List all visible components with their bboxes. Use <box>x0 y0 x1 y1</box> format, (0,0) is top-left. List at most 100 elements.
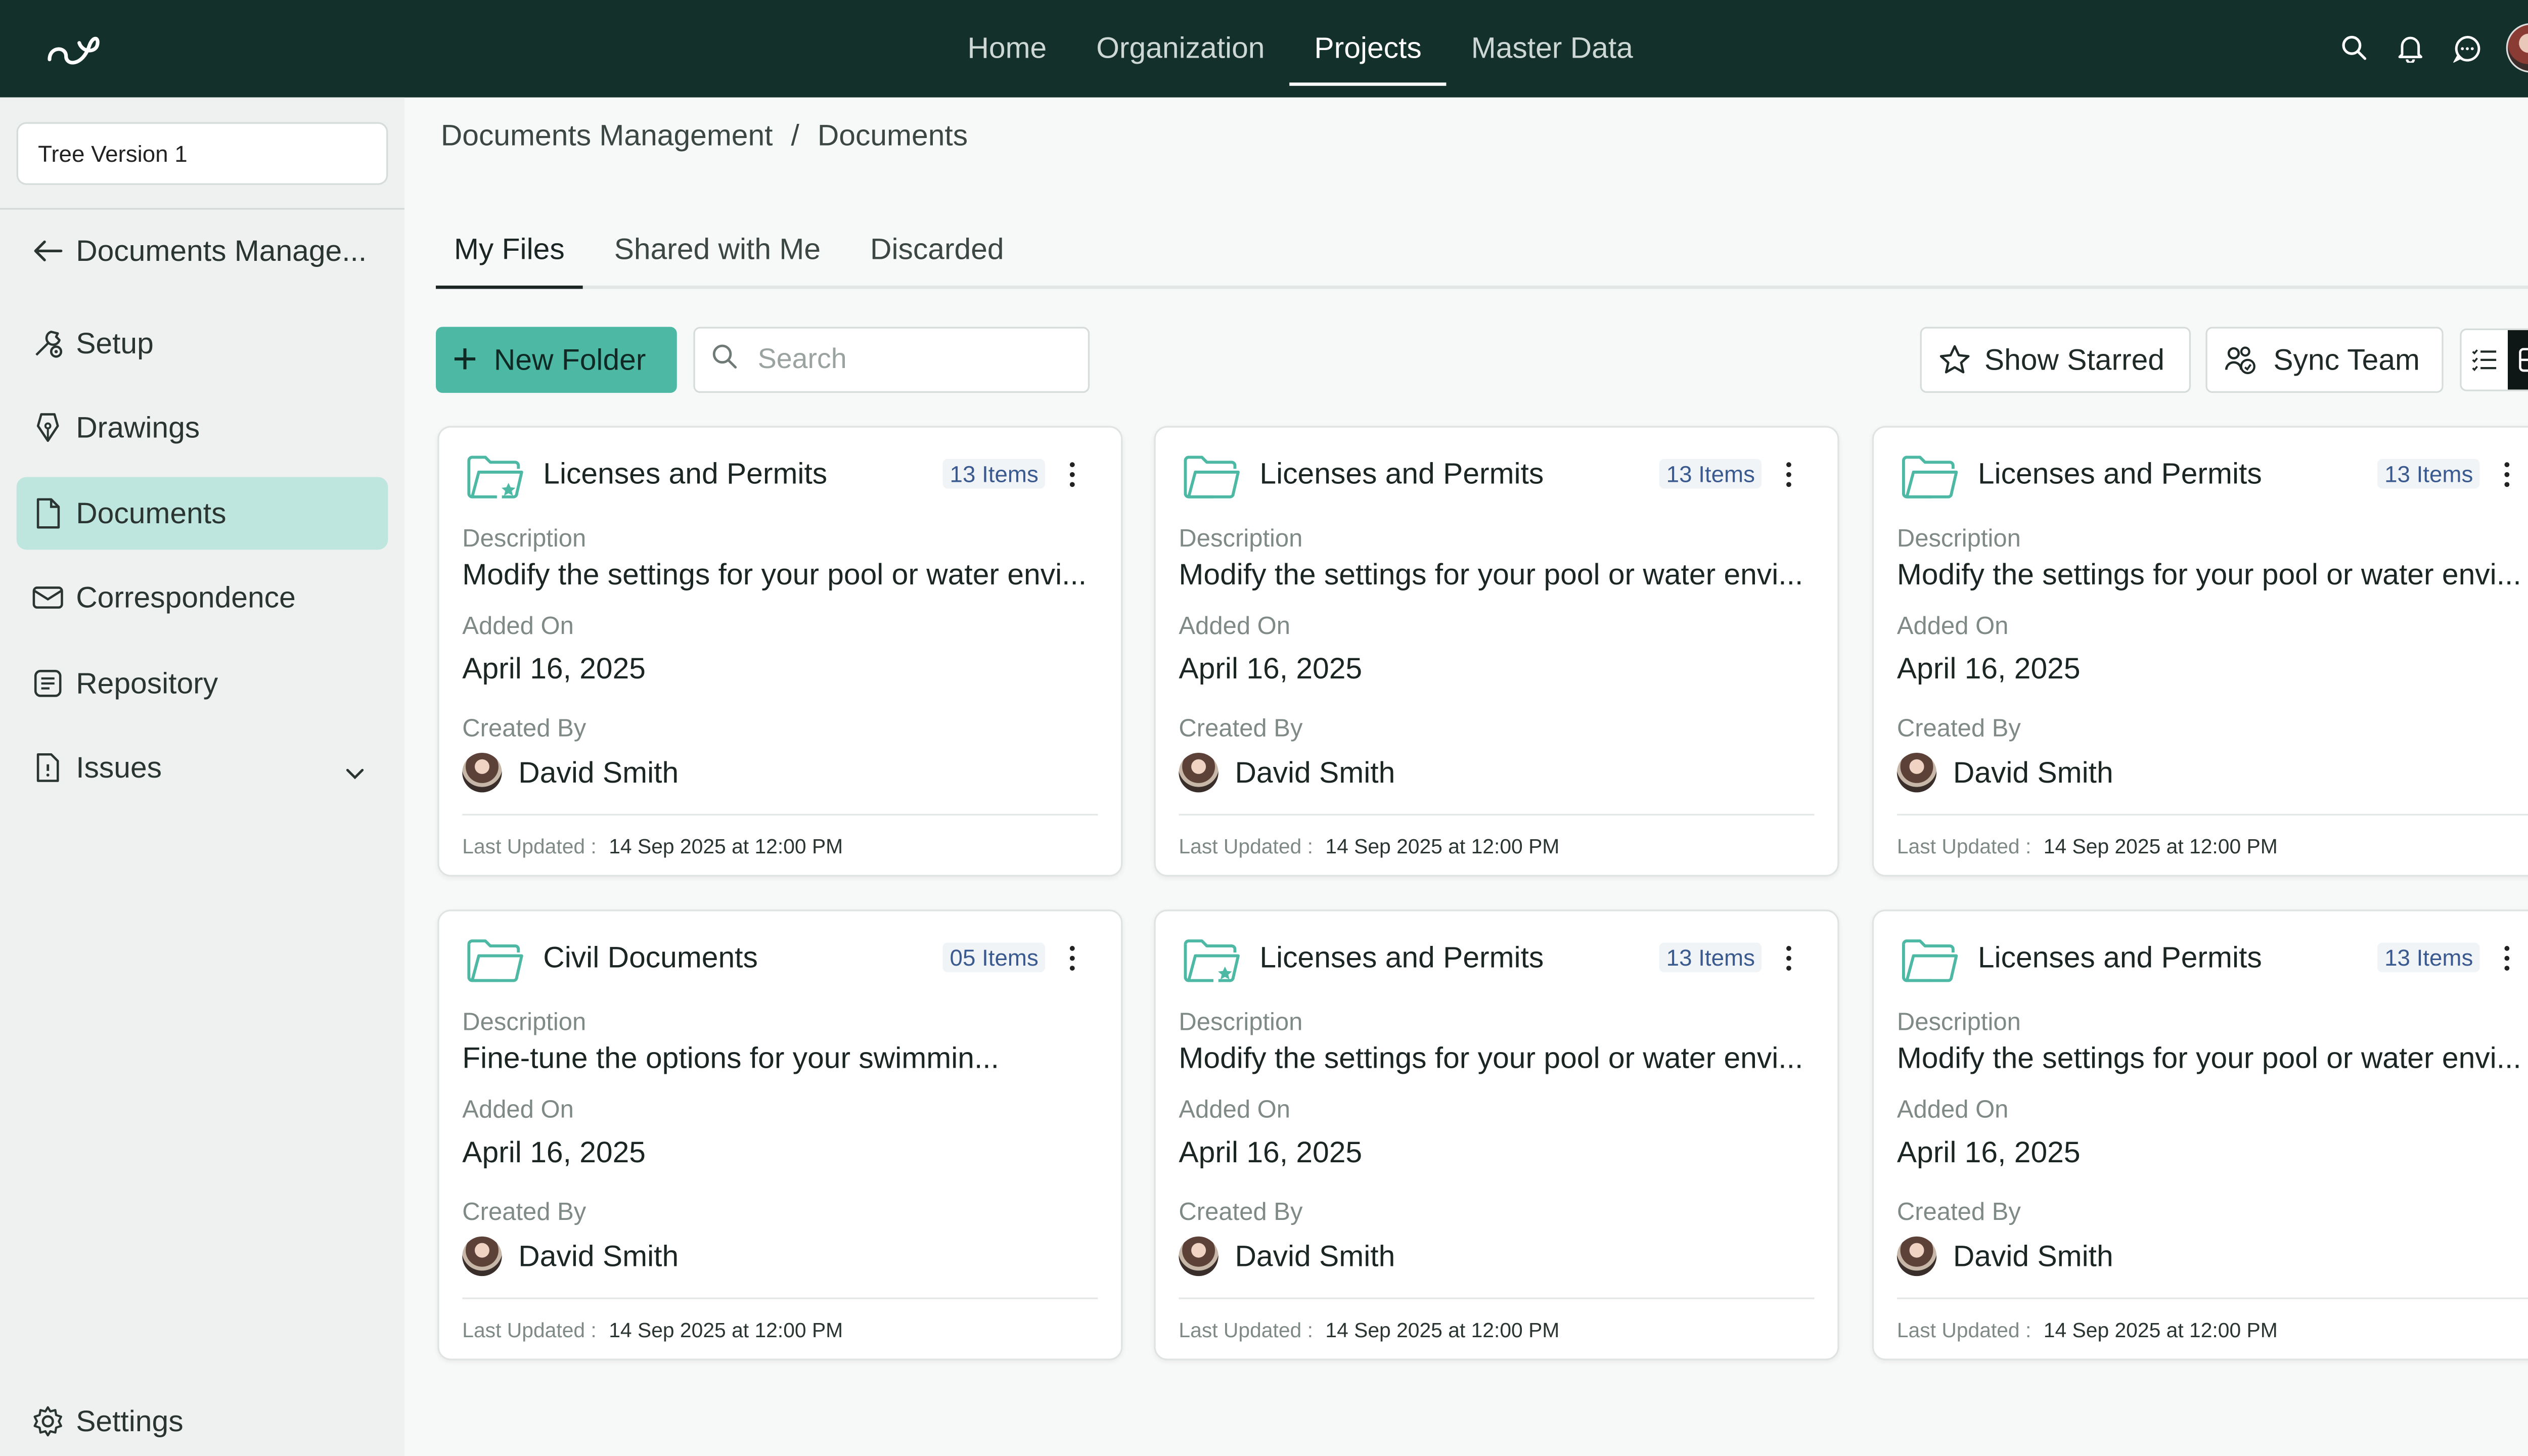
folder-icon <box>1184 939 1240 982</box>
item-count-badge: 13 Items <box>1659 942 1762 973</box>
sidebar-item-label: Issues <box>76 750 162 784</box>
folder-title[interactable]: Licenses and Permits <box>1259 941 1544 976</box>
top-navbar: Home Organization Projects Master Data <box>0 0 2528 98</box>
last-updated-value: 14 Sep 2025 at 12:00 PM <box>2043 1318 2278 1342</box>
item-count-badge: 13 Items <box>2378 459 2480 489</box>
new-folder-button[interactable]: + New Folder <box>436 327 677 393</box>
setup-icon <box>30 325 66 361</box>
document-icon <box>30 495 66 532</box>
nav-projects[interactable]: Projects <box>1289 0 1447 98</box>
sync-team-button[interactable]: Sync Team <box>2205 327 2444 393</box>
folder-card[interactable]: Licenses and Permits 13 Items Descriptio… <box>437 426 1123 877</box>
tab-discarded[interactable]: Discarded <box>852 219 1022 286</box>
folder-title[interactable]: Licenses and Permits <box>1978 941 2262 976</box>
last-updated-value: 14 Sep 2025 at 12:00 PM <box>1325 835 1560 858</box>
folder-title[interactable]: Licenses and Permits <box>543 457 827 492</box>
sidebar-back-link[interactable]: Documents Manage... <box>17 214 388 287</box>
more-options-icon[interactable] <box>1778 457 1798 490</box>
added-on-label: Added On <box>1897 612 2009 641</box>
sidebar-item-label: Settings <box>76 1404 184 1437</box>
tab-shared-with-me[interactable]: Shared with Me <box>596 219 839 286</box>
avatar <box>462 1236 502 1277</box>
last-updated-value: 14 Sep 2025 at 12:00 PM <box>2043 835 2278 858</box>
more-options-icon[interactable] <box>2496 457 2516 490</box>
item-count-badge: 13 Items <box>2378 942 2480 973</box>
sidebar-item-correspondence[interactable]: Correspondence <box>17 561 388 634</box>
added-on-label: Added On <box>462 612 574 641</box>
nav-organization[interactable]: Organization <box>1071 0 1289 98</box>
last-updated: Last Updated : 14 Sep 2025 at 12:00 PM <box>462 835 843 858</box>
folder-card[interactable]: Licenses and Permits 13 Items Descriptio… <box>1872 909 2528 1360</box>
last-updated-label: Last Updated : <box>1179 835 1313 858</box>
last-updated: Last Updated : 14 Sep 2025 at 12:00 PM <box>1897 1319 2278 1342</box>
search-icon[interactable] <box>2338 31 2371 64</box>
creator: David Smith <box>1897 1236 2113 1277</box>
search-icon <box>711 343 738 378</box>
last-updated: Last Updated : 14 Sep 2025 at 12:00 PM <box>1179 1319 1559 1342</box>
show-starred-button[interactable]: Show Starred <box>1920 327 2191 393</box>
folder-description: Fine-tune the options for your swimmin..… <box>462 1041 999 1075</box>
creator-name: David Smith <box>1235 1239 1395 1272</box>
tree-version-select[interactable]: Tree Version 1 <box>16 122 388 185</box>
last-updated-value: 14 Sep 2025 at 12:00 PM <box>609 1318 843 1342</box>
creator: David Smith <box>1179 1236 1395 1277</box>
folder-title[interactable]: Licenses and Permits <box>1259 457 1544 492</box>
added-on-label: Added On <box>1179 612 1291 641</box>
description-label: Description <box>1897 1009 2021 1037</box>
card-divider <box>1179 813 1815 816</box>
last-updated: Last Updated : 14 Sep 2025 at 12:00 PM <box>1897 835 2278 858</box>
grid-view-icon[interactable] <box>2507 330 2528 390</box>
gear-icon <box>30 1403 66 1440</box>
sidebar-item-label: Repository <box>76 666 218 699</box>
folder-title[interactable]: Civil Documents <box>543 941 758 976</box>
sidebar-item-repository[interactable]: Repository <box>17 647 388 720</box>
added-on-date: April 16, 2025 <box>1897 652 2081 686</box>
file-tabs: My Files Shared with Me Discarded <box>436 219 2528 289</box>
tab-my-files[interactable]: My Files <box>436 219 583 289</box>
added-on-date: April 16, 2025 <box>462 652 646 686</box>
created-by-label: Created By <box>1897 714 2021 743</box>
sidebar-item-drawings[interactable]: Drawings <box>17 391 388 464</box>
last-updated: Last Updated : 14 Sep 2025 at 12:00 PM <box>462 1319 843 1342</box>
breadcrumb-current: Documents <box>817 119 968 152</box>
arrow-left-icon <box>30 233 66 269</box>
folder-card[interactable]: Licenses and Permits 13 Items Descriptio… <box>1872 426 2528 877</box>
more-options-icon[interactable] <box>2496 941 2516 974</box>
avatar <box>1179 752 1218 793</box>
folder-card[interactable]: Licenses and Permits 13 Items Descriptio… <box>1154 909 1839 1360</box>
item-count-badge: 13 Items <box>943 459 1045 489</box>
user-avatar[interactable] <box>2506 23 2528 73</box>
chat-icon[interactable] <box>2450 31 2483 64</box>
more-options-icon[interactable] <box>1062 941 1081 974</box>
folder-card[interactable]: Civil Documents 05 Items Description Fin… <box>437 909 1123 1360</box>
chevron-down-icon[interactable] <box>345 754 365 789</box>
sidebar-item-documents[interactable]: Documents <box>16 477 388 550</box>
nav-master-data[interactable]: Master Data <box>1447 0 1658 98</box>
more-options-icon[interactable] <box>1062 457 1081 490</box>
folder-title[interactable]: Licenses and Permits <box>1978 457 2262 492</box>
more-options-icon[interactable] <box>1778 941 1798 974</box>
list-view-icon[interactable] <box>2462 330 2508 390</box>
card-divider <box>1179 1297 1815 1299</box>
created-by-label: Created By <box>1179 1198 1303 1227</box>
avatar <box>1179 1236 1218 1277</box>
last-updated-value: 14 Sep 2025 at 12:00 PM <box>1325 1318 1560 1342</box>
description-label: Description <box>462 1009 586 1037</box>
sidebar-back-label: Documents Manage... <box>76 234 367 267</box>
sidebar-item-settings[interactable]: Settings <box>17 1385 388 1456</box>
breadcrumb: Documents Management / Documents <box>441 119 968 154</box>
app-logo-icon[interactable] <box>39 23 106 73</box>
sidebar-item-setup[interactable]: Setup <box>17 307 388 380</box>
bell-icon[interactable] <box>2394 31 2427 64</box>
added-on-date: April 16, 2025 <box>1179 1135 1363 1169</box>
nav-home[interactable]: Home <box>942 0 1071 98</box>
search-input[interactable] <box>757 343 1055 377</box>
breadcrumb-parent[interactable]: Documents Management <box>441 119 773 152</box>
mail-icon <box>30 579 66 616</box>
sidebar: Tree Version 1 Documents Manage... Setup… <box>0 97 404 1456</box>
sidebar-item-issues[interactable]: Issues <box>17 732 388 804</box>
folder-card[interactable]: Licenses and Permits 13 Items Descriptio… <box>1154 426 1839 877</box>
app-root: Home Organization Projects Master Data T… <box>0 0 2528 1456</box>
created-by-label: Created By <box>462 1198 586 1227</box>
drawing-pen-icon <box>30 410 66 446</box>
